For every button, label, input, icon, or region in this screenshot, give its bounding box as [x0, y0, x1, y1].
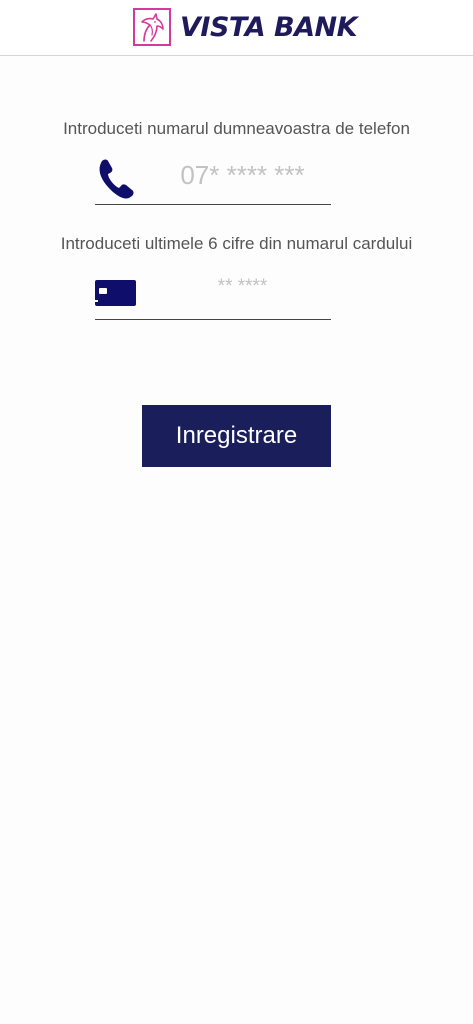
phone-icon [96, 157, 136, 199]
card-digits-label: Introduceti ultimele 6 cifre din numarul… [60, 234, 413, 253]
horse-head-logo-icon [133, 8, 171, 46]
registration-screen: VISTA BANK Introduceti numarul dumneavoa… [0, 0, 473, 1024]
card-input-underline [95, 319, 331, 320]
register-button[interactable]: Inregistrare [142, 405, 331, 467]
app-header: VISTA BANK [0, 0, 473, 56]
phone-label: Introduceti numarul dumneavoastra de tel… [63, 119, 410, 138]
phone-input-underline [95, 204, 331, 205]
card-digits-input[interactable] [160, 274, 325, 300]
brand-name: VISTA BANK [180, 12, 358, 43]
credit-card-icon [95, 280, 136, 306]
phone-number-input[interactable] [160, 158, 325, 192]
